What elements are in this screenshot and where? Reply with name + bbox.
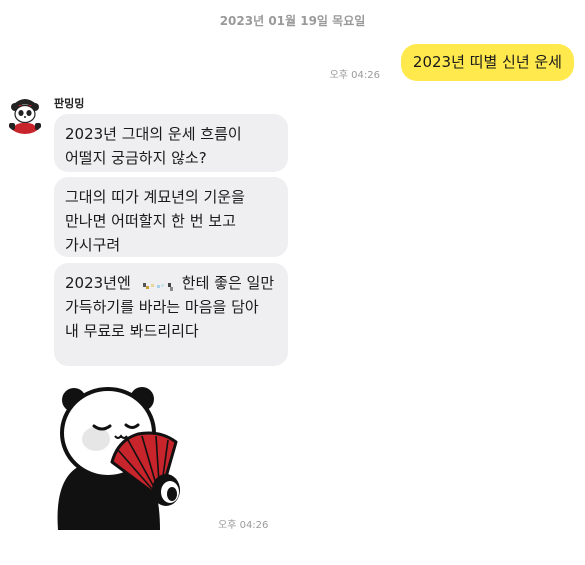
- incoming-message-bubble[interactable]: 그대의 띠가 계묘년의 기운을 만나면 어떠할지 한 번 보고 가시구려: [54, 177, 288, 257]
- chat-window: 2023년 01월 19일 목요일 2023년 띠별 신년 운세 오후 04:2…: [0, 0, 585, 565]
- panda-avatar-icon[interactable]: [3, 90, 47, 134]
- sender-name: 판밍밍: [54, 97, 85, 110]
- date-divider: 2023년 01월 19일 목요일: [219, 14, 366, 28]
- outgoing-message-time: 오후 04:26: [329, 70, 380, 81]
- panda-fan-sticker[interactable]: [54, 380, 204, 530]
- incoming-message-time: 오후 04:26: [218, 520, 269, 531]
- incoming-message-bubble[interactable]: 2023년 그대의 운세 흐름이 어떨지 궁금하지 않소?: [54, 114, 288, 172]
- incoming-message-bubble[interactable]: 2023년엔 한테 좋은 일만 가득하기를 바라는 마음을 담아 내 무료로 봐…: [54, 263, 288, 366]
- blurred-username-icon: [133, 277, 180, 291]
- outgoing-message-bubble[interactable]: 2023년 띠별 신년 운세: [400, 44, 574, 81]
- message-text-start: 2023년엔: [65, 274, 131, 292]
